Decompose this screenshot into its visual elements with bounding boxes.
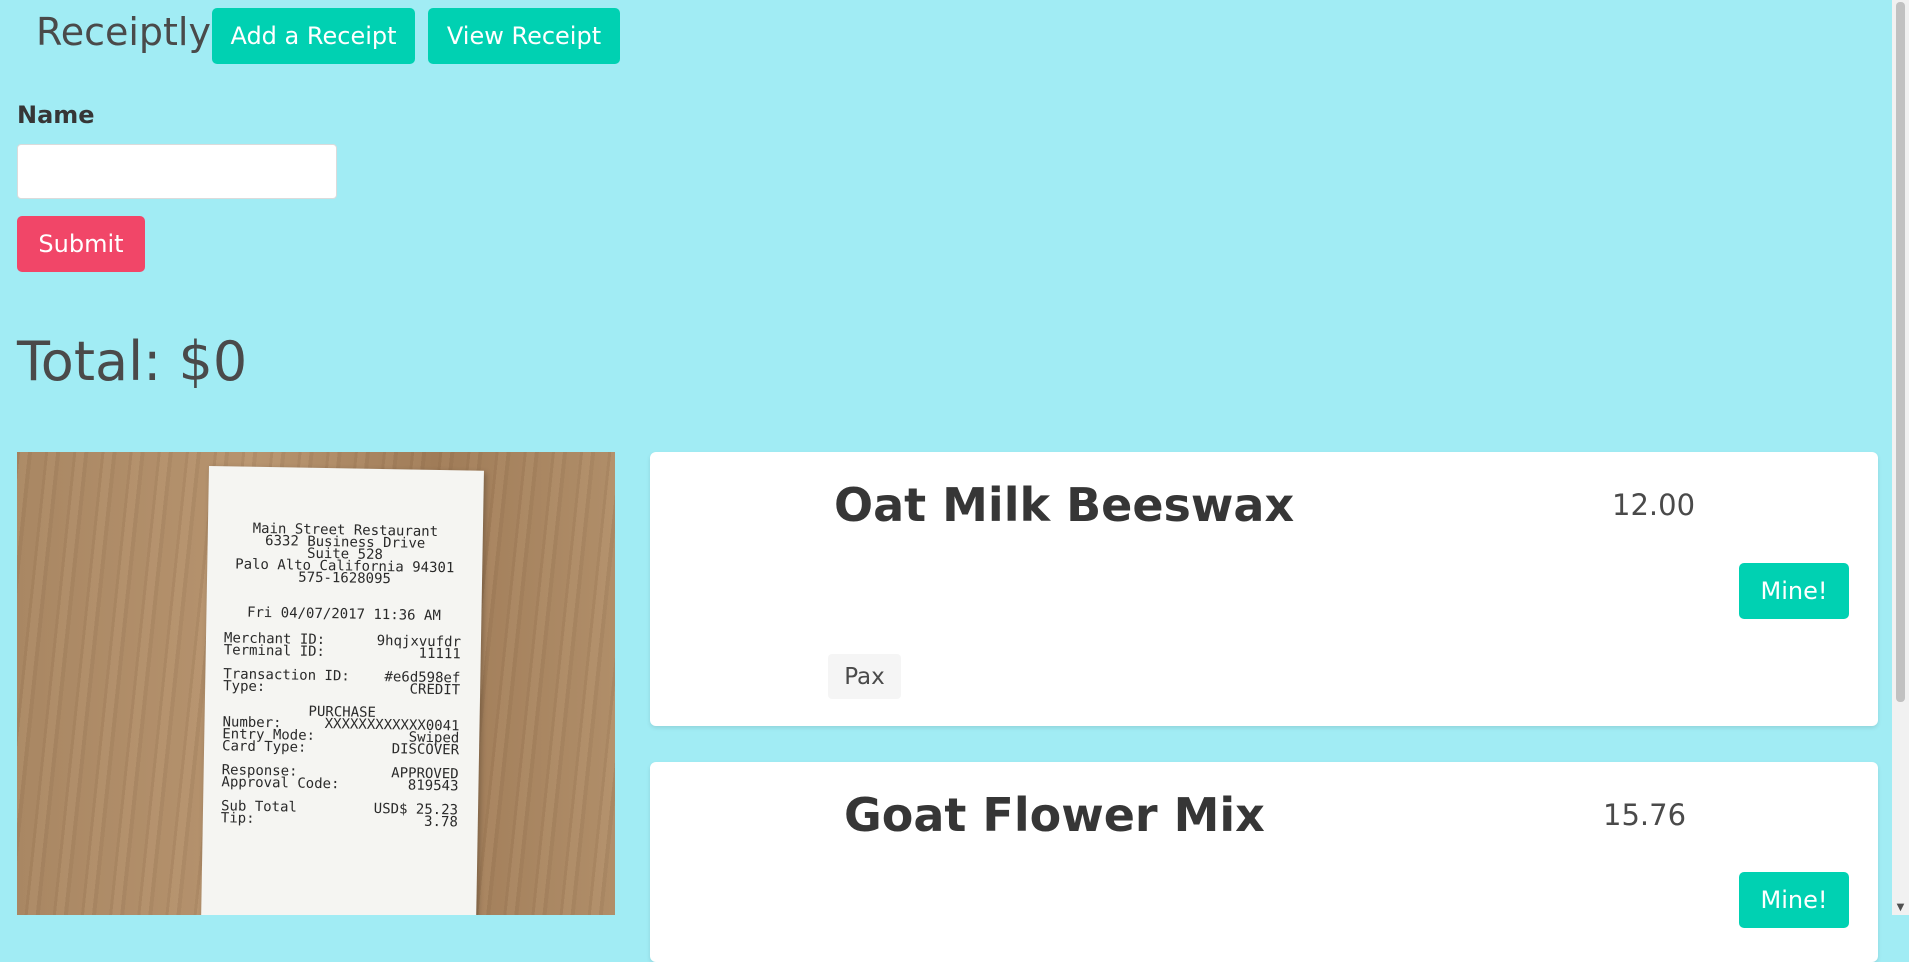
item-name: Goat Flower Mix [844,788,1265,842]
item-price: 12.00 [1612,488,1696,522]
mine-button[interactable]: Mine! [1739,563,1849,619]
claimant-tag: Pax [828,654,901,699]
scroll-down-arrow-icon[interactable]: ▼ [1895,902,1906,913]
item-card: Goat Flower Mix 15.76 Mine! [650,762,1878,962]
mine-button[interactable]: Mine! [1739,872,1849,928]
scrollbar-thumb[interactable] [1896,2,1905,702]
item-name: Oat Milk Beeswax [834,478,1295,532]
brand-logo[interactable]: Receiptly [36,10,211,54]
item-card: Oat Milk Beeswax 12.00 Mine! Pax [650,452,1878,726]
total-amount: Total: $0 [17,330,248,393]
submit-button[interactable]: Submit [17,216,145,272]
name-label: Name [17,101,95,129]
receipt-paper: Main Street Restaurant 6332 Business Dri… [200,466,484,915]
receipt-tip-row: Tip: 3.78 [220,810,458,831]
add-receipt-button[interactable]: Add a Receipt [212,8,415,64]
receipt-photo: Main Street Restaurant 6332 Business Dri… [17,452,615,915]
vertical-scrollbar[interactable]: ▼ [1892,0,1909,915]
view-receipt-button[interactable]: View Receipt [428,8,620,64]
name-input[interactable] [17,144,337,199]
receipt-datetime: Fri 04/07/2017 11:36 AM [246,604,441,625]
item-price: 15.76 [1603,798,1687,832]
